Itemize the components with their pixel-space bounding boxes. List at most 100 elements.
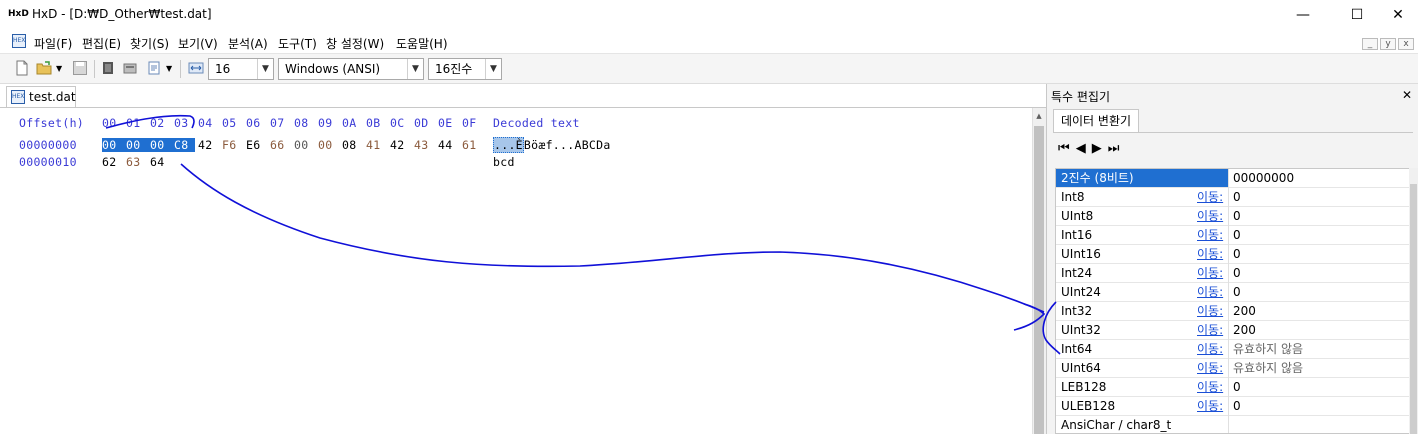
decoded-selection: ...È (493, 137, 524, 153)
hex-byte: 00 (150, 138, 174, 152)
hex-byte: 62 (102, 155, 117, 169)
bytes-per-row-select[interactable]: 16 ▼ (208, 58, 274, 80)
column-divider (1228, 397, 1229, 416)
inspector-row[interactable]: UInt24 이동: 0 (1056, 283, 1412, 302)
goto-link[interactable]: 이동: (1197, 359, 1223, 377)
tab-label: test.dat (29, 90, 76, 104)
inspector-row[interactable]: AnsiChar / char8_t (1056, 416, 1412, 433)
inspector-value[interactable]: 0 (1233, 378, 1241, 396)
open-folder-icon[interactable] (36, 60, 52, 76)
hex-row[interactable]: 62 63 64 (102, 155, 174, 169)
mdi-restore-button[interactable]: у (1380, 38, 1396, 50)
column-divider (1228, 340, 1229, 359)
chevron-down-icon: ▼ (257, 59, 273, 79)
last-icon[interactable]: ⏭ (1108, 141, 1126, 156)
column-divider (1228, 283, 1229, 302)
inspector-value[interactable]: 0 (1233, 283, 1241, 301)
mdi-minimize-button[interactable]: _ (1362, 38, 1378, 50)
inspector-value[interactable]: 200 (1233, 302, 1256, 320)
hex-editor[interactable]: Offset(h) 00 01 02 03 04 05 06 07 08 09 0A 0B 0C 0D 0E… (0, 108, 1032, 434)
panel-close-icon[interactable]: ✕ (1402, 88, 1412, 102)
goto-link[interactable]: 이동: (1197, 188, 1223, 206)
menu-window[interactable]: 창 설정(W) (326, 35, 384, 52)
new-file-icon[interactable] (14, 60, 30, 76)
goto-link[interactable]: 이동: (1197, 245, 1223, 263)
inspector-row[interactable]: 2진수 (8비트) 00000000 (1056, 169, 1412, 188)
inspector-type-label: UInt32 (1061, 323, 1101, 337)
hex-row[interactable]: 00 00 00 C8 42 F6 E6 66 00 00 08 41 42 43 44 61 (102, 138, 486, 152)
decoded-row[interactable]: ...ÈBöæf...ABCDa (493, 137, 611, 153)
inspector-type-label: UInt8 (1061, 209, 1094, 223)
data-inspector-grid[interactable]: 2진수 (8비트) 00000000 Int8 이동: 0 UInt8 이동: 0 Int16 이… (1055, 168, 1413, 434)
menu-file[interactable]: 파일(F) (34, 35, 72, 52)
charset-select[interactable]: Windows (ANSI) ▼ (278, 58, 424, 80)
tab-data-inspector[interactable]: 데이터 변환기 (1053, 109, 1139, 133)
inspector-type-label: Int8 (1061, 190, 1085, 204)
inspector-value[interactable]: 유효하지 않음 (1233, 359, 1303, 377)
inspector-row[interactable]: Int32 이동: 200 (1056, 302, 1412, 321)
panel-scrollbar-thumb[interactable] (1410, 184, 1417, 434)
minimize-button[interactable]: — (1280, 0, 1326, 30)
inspector-value[interactable]: 0 (1233, 264, 1241, 282)
inspector-row[interactable]: Int8 이동: 0 (1056, 188, 1412, 207)
first-icon[interactable]: ⏮ (1058, 141, 1076, 156)
next-icon[interactable]: ▶ (1092, 141, 1108, 156)
inspector-value[interactable]: 0 (1233, 226, 1241, 244)
inspector-value[interactable]: 0 (1233, 207, 1241, 225)
offset-base-value: 16진수 (435, 62, 473, 76)
inspector-type-label: LEB128 (1061, 380, 1107, 394)
column-divider (1228, 416, 1229, 433)
close-button[interactable]: ✕ (1378, 0, 1418, 30)
inspector-type-label: UInt64 (1061, 361, 1101, 375)
tab-divider (1053, 132, 1413, 133)
document-icon[interactable]: HEX (12, 34, 26, 48)
goto-link[interactable]: 이동: (1197, 264, 1223, 282)
inspector-row[interactable]: ULEB128 이동: 0 (1056, 397, 1412, 416)
decoded-row[interactable]: bcd (493, 155, 515, 169)
menu-search[interactable]: 찾기(S) (130, 35, 169, 52)
menu-analysis[interactable]: 분석(A) (228, 35, 268, 52)
previous-icon[interactable]: ◀ (1076, 141, 1092, 156)
title-bar: HxD HxD - [D:₩D_Other₩test.dat] — ☐ ✕ (0, 0, 1418, 30)
inspector-row[interactable]: Int64 이동: 유효하지 않음 (1056, 340, 1412, 359)
inspector-value[interactable]: 200 (1233, 321, 1256, 339)
inspector-value[interactable]: 00000000 (1233, 169, 1294, 187)
menu-help[interactable]: 도움말(H) (396, 35, 448, 52)
menu-edit[interactable]: 편집(E) (82, 35, 121, 52)
offset-base-select[interactable]: 16진수 ▼ (428, 58, 502, 80)
goto-link[interactable]: 이동: (1197, 321, 1223, 339)
inspector-value[interactable]: 0 (1233, 397, 1241, 415)
menu-view[interactable]: 보기(V) (178, 35, 218, 52)
inspector-value[interactable]: 유효하지 않음 (1233, 340, 1303, 358)
disk-icon[interactable] (122, 60, 138, 76)
open-dropdown-icon[interactable]: ▼ (56, 64, 62, 73)
maximize-button[interactable]: ☐ (1334, 0, 1380, 30)
goto-link[interactable]: 이동: (1197, 378, 1223, 396)
column-divider (1228, 359, 1229, 378)
save-icon[interactable] (72, 60, 88, 76)
inspector-value[interactable]: 0 (1233, 188, 1241, 206)
inspector-row[interactable]: Int24 이동: 0 (1056, 264, 1412, 283)
scrollbar-thumb[interactable] (1034, 126, 1044, 434)
ram-icon[interactable] (100, 60, 116, 76)
goto-link[interactable]: 이동: (1197, 207, 1223, 225)
tab-test-dat[interactable]: HEX test.dat (6, 86, 76, 108)
panel-title: 특수 편집기 (1051, 90, 1111, 104)
mdi-close-button[interactable]: x (1398, 38, 1414, 50)
goto-link[interactable]: 이동: (1197, 226, 1223, 244)
goto-link[interactable]: 이동: (1197, 340, 1223, 358)
inspector-row[interactable]: UInt16 이동: 0 (1056, 245, 1412, 264)
inspector-row[interactable]: Int16 이동: 0 (1056, 226, 1412, 245)
export-icon[interactable] (146, 60, 162, 76)
goto-link[interactable]: 이동: (1197, 397, 1223, 415)
inspector-value[interactable]: 0 (1233, 245, 1241, 263)
scroll-up-icon[interactable]: ▲ (1034, 110, 1044, 122)
export-dropdown-icon[interactable]: ▼ (166, 64, 172, 73)
goto-link[interactable]: 이동: (1197, 302, 1223, 320)
menu-tools[interactable]: 도구(T) (278, 35, 317, 52)
inspector-row[interactable]: UInt8 이동: 0 (1056, 207, 1412, 226)
inspector-row[interactable]: LEB128 이동: 0 (1056, 378, 1412, 397)
inspector-row[interactable]: UInt64 이동: 유효하지 않음 (1056, 359, 1412, 378)
inspector-row[interactable]: UInt32 이동: 200 (1056, 321, 1412, 340)
goto-link[interactable]: 이동: (1197, 283, 1223, 301)
